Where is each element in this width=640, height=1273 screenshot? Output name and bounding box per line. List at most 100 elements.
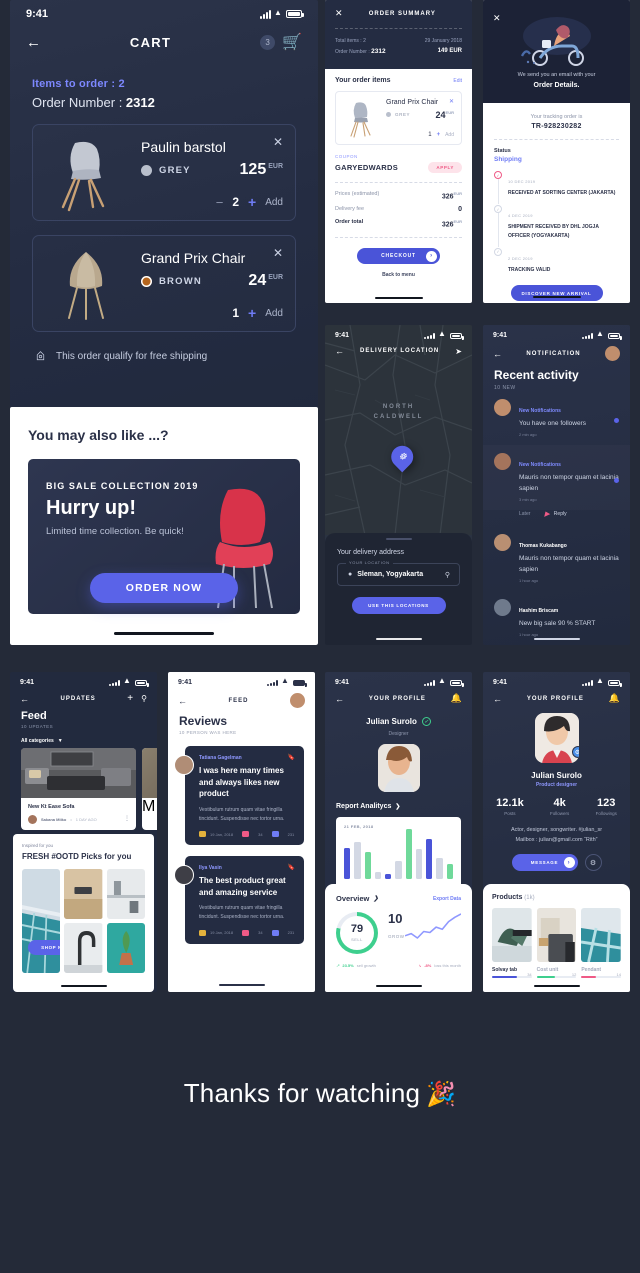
quantity-stepper[interactable]: − 2 + Add: [216, 194, 283, 210]
checkout-button[interactable]: CHECKOUT ›: [357, 248, 440, 265]
shop-now-button[interactable]: SHOP NOW: [28, 940, 61, 955]
back-icon[interactable]: ←: [20, 694, 29, 704]
increase-quantity-button[interactable]: +: [437, 132, 441, 138]
sheet-grabber[interactable]: [385, 538, 412, 540]
plus-icon[interactable]: +: [127, 693, 133, 704]
pool-product-image: [581, 908, 621, 962]
export-data-link[interactable]: Export Data: [433, 896, 461, 902]
navigation-arrow-icon[interactable]: ➤: [455, 347, 462, 356]
review-card[interactable]: 🔖 Ilya Vasin The best product great and …: [174, 856, 304, 944]
calendar-icon: [199, 929, 206, 936]
back-to-menu-link[interactable]: Back to menu: [335, 272, 462, 278]
overview-label: Overview: [336, 894, 370, 903]
kebab-menu-icon[interactable]: ⋮: [124, 815, 130, 822]
bell-icon[interactable]: 🔔: [451, 693, 462, 704]
notification-item[interactable]: New Notifications You have one followers…: [483, 391, 630, 445]
back-icon[interactable]: ←: [493, 349, 502, 359]
overview-sheet: Overview ❯ Export Data 79 SELL 10 GROW ↗ 23…: [325, 884, 472, 992]
remove-item-icon[interactable]: ✕: [273, 135, 283, 149]
grid-item[interactable]: [64, 869, 103, 919]
message-button[interactable]: MESSAGE ›: [511, 854, 578, 872]
grid-item[interactable]: [106, 923, 145, 973]
review-card[interactable]: 🔖 Tatiana Gagelman I was here many times…: [174, 746, 304, 846]
summary-item-row[interactable]: Grand Prix Chair GREY 24EUR ✕ 1 + Add: [335, 90, 462, 145]
order-date: 29 January 2018: [424, 38, 462, 44]
close-icon[interactable]: ✕: [493, 13, 501, 23]
grid-item[interactable]: SHOP NOW: [22, 869, 61, 973]
product-color: GREY: [141, 165, 191, 176]
feed-card[interactable]: New Kt Ease Sofa Sakana Miiko • 1 DAY AG…: [21, 748, 136, 830]
settings-button[interactable]: ⚙: [584, 854, 602, 872]
cart-item-row[interactable]: Paulin barstol GREY 125 EUR ✕ − 2 + Add: [32, 124, 296, 221]
increase-quantity-button[interactable]: +: [248, 305, 256, 321]
remove-item-icon[interactable]: ✕: [273, 246, 283, 260]
close-icon[interactable]: ✕: [335, 8, 343, 19]
profile-name: Julian Surolo: [366, 717, 417, 726]
back-icon[interactable]: ←: [26, 35, 41, 50]
price-row-value: 326EUR: [441, 190, 462, 200]
remove-item-icon[interactable]: ✕: [449, 98, 454, 105]
edit-link[interactable]: Edit: [453, 78, 462, 84]
avatar: [28, 815, 37, 824]
later-button[interactable]: Later: [519, 511, 530, 517]
back-icon[interactable]: ←: [335, 694, 344, 704]
profile-avatar[interactable]: ⚙: [534, 713, 579, 763]
shipping-note-text: This order qualify for free shipping: [56, 351, 208, 362]
faucet-image: [64, 923, 103, 973]
quantity-stepper[interactable]: 1 + Add: [232, 305, 283, 321]
search-icon[interactable]: ⚲: [445, 571, 450, 579]
home-indicator: [60, 985, 107, 987]
feed-card-next[interactable]: M: [142, 748, 157, 830]
notification-item[interactable]: New Notifications Mauris non tempor quam…: [483, 445, 630, 510]
back-icon[interactable]: ←: [178, 696, 187, 706]
grid-item[interactable]: [64, 923, 103, 973]
avatar[interactable]: [290, 693, 305, 708]
feed-card-image: [21, 748, 136, 798]
grid-item[interactable]: [106, 869, 145, 919]
product-price: 24EUR: [435, 109, 454, 120]
product-tile[interactable]: [492, 908, 532, 962]
message-label: MESSAGE: [530, 860, 559, 866]
back-icon[interactable]: ←: [493, 694, 502, 704]
notification-item[interactable]: Thomas Kukabango Mauris non tempor quam …: [483, 526, 630, 591]
tracking-label: Your tracking order is: [530, 114, 583, 120]
back-icon[interactable]: ←: [335, 346, 344, 356]
cart-item-row[interactable]: Grand Prix Chair BROWN 24 EUR ✕ 1 + Add: [32, 235, 296, 332]
avatar[interactable]: [605, 346, 620, 361]
bookmark-icon[interactable]: 🔖: [288, 754, 295, 761]
decrease-quantity-button[interactable]: −: [216, 195, 224, 210]
bell-icon[interactable]: 🔔: [609, 693, 620, 704]
increase-quantity-button[interactable]: +: [248, 194, 256, 210]
status-icons: [424, 329, 464, 340]
report-analytics-link[interactable]: Report Analitycs ❯: [325, 792, 472, 810]
apply-coupon-button[interactable]: APPLY: [428, 161, 462, 173]
add-label[interactable]: Add: [445, 132, 454, 138]
quantity-stepper[interactable]: 1 + Add: [428, 132, 454, 138]
discover-new-arrival-button[interactable]: DISCOVER NEW ARRIVAL: [510, 285, 603, 301]
add-label[interactable]: Add: [265, 308, 283, 319]
map-canvas[interactable]: NORTH CALDWELL ☸: [325, 325, 472, 535]
stat-label: Followings: [595, 811, 617, 816]
product-image: [350, 101, 371, 138]
search-icon[interactable]: ⚲: [141, 694, 147, 703]
product-tile[interactable]: [536, 908, 577, 962]
status-icons: [260, 8, 304, 19]
notification-item[interactable]: Hashim Briscam New big sale 90 % START 1…: [483, 591, 630, 645]
wifi-icon: [123, 676, 132, 686]
status-time: 9:41: [493, 332, 508, 339]
unread-dot: [614, 477, 619, 483]
order-now-button[interactable]: ORDER NOW: [90, 573, 238, 603]
location-input[interactable]: YOUR LOCATION ● Sleman, Yogyakarta ⚲: [337, 560, 460, 586]
avatar: [494, 453, 511, 471]
basket-icon[interactable]: 🛒: [282, 32, 302, 52]
bookmark-icon[interactable]: 🔖: [288, 864, 295, 871]
presentation-stage: 9:41 ← CART 3 🛒 Items to order : 2 Order…: [0, 0, 640, 1273]
reply-button[interactable]: ▶ Reply: [544, 510, 566, 518]
add-label[interactable]: Add: [265, 197, 283, 208]
product-tile[interactable]: [581, 908, 621, 962]
divider: [335, 28, 462, 29]
use-this-location-button[interactable]: USE THIS LOCATIONS: [351, 597, 446, 614]
map-navbar: ← DELIVERY LOCATION ➤: [325, 339, 472, 356]
feed-card-date: 1 DAY AGO: [75, 817, 97, 822]
category-filter[interactable]: All categories ▼: [10, 729, 157, 744]
